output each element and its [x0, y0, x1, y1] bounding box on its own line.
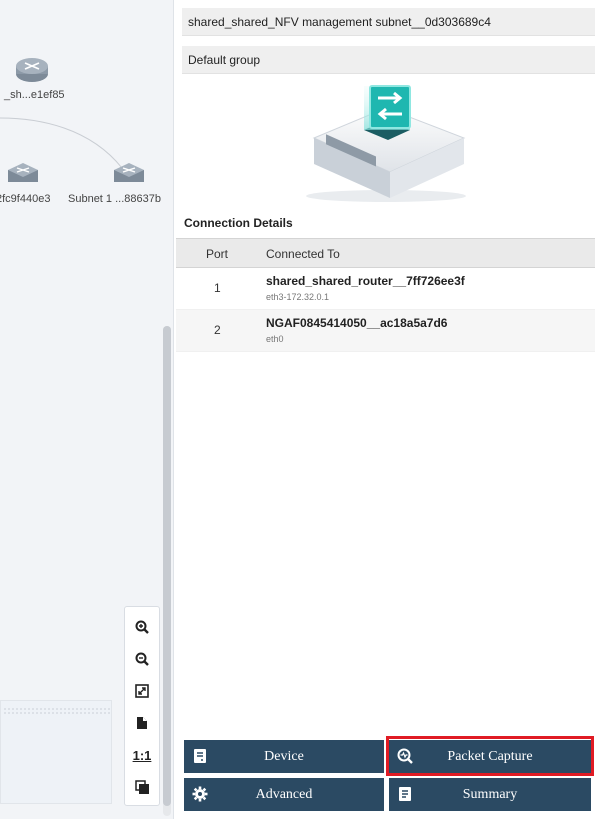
- device-name-field: shared_shared_NFV management subnet__0d3…: [182, 8, 595, 36]
- switch-icon: [114, 163, 145, 182]
- router-label: _sh...e1ef85: [4, 89, 65, 101]
- detail-panel: shared_shared_NFV management subnet__0d3…: [176, 0, 595, 819]
- summary-button[interactable]: Summary: [389, 778, 591, 811]
- device-button[interactable]: Device: [184, 740, 384, 773]
- advanced-button-label: Advanced: [255, 786, 313, 802]
- topology-canvas[interactable]: _sh...e1ef85 2fc9f440e3 Subnet 1 ...8863…: [0, 0, 174, 819]
- table-row[interactable]: 2 NGAF0845414050__ac18a5a7d6 eth0: [176, 310, 595, 352]
- actual-size-button[interactable]: 1:1: [125, 741, 159, 769]
- connected-device-name: NGAF0845414050__ac18a5a7d6: [266, 316, 448, 330]
- switch-device-icon: [306, 85, 466, 202]
- packet-capture-highlight: [386, 736, 594, 776]
- column-port: Port: [206, 247, 229, 261]
- switch-node-a[interactable]: 2fc9f440e3: [0, 160, 50, 205]
- minimap-nodes: [3, 707, 111, 715]
- table-header: Port Connected To: [176, 238, 595, 268]
- export-file-icon[interactable]: [125, 709, 159, 737]
- connection-table: Port Connected To 1 shared_shared_router…: [176, 238, 595, 352]
- port-number: 2: [214, 323, 221, 337]
- connected-device-name: shared_shared_router__7ff726ee3f: [266, 274, 465, 288]
- summary-button-label: Summary: [462, 786, 518, 802]
- router-icon: [16, 58, 49, 82]
- advanced-button[interactable]: Advanced: [184, 778, 384, 811]
- minimap[interactable]: [0, 700, 112, 804]
- device-button-label: Device: [264, 748, 304, 764]
- summary-icon: [399, 787, 411, 801]
- connection-details-title: Connection Details: [184, 216, 293, 230]
- switch-a-label: 2fc9f440e3: [0, 193, 51, 205]
- switch-node-b[interactable]: Subnet 1 ...88637b: [68, 160, 161, 205]
- switch-b-label: Subnet 1 ...88637b: [68, 193, 161, 205]
- zoom-out-icon[interactable]: [125, 645, 159, 673]
- connected-interface: eth0: [266, 334, 284, 344]
- router-node[interactable]: _sh...e1ef85: [0, 54, 65, 101]
- fit-screen-icon[interactable]: [125, 677, 159, 705]
- port-number: 1: [214, 281, 221, 295]
- device-icon: [194, 749, 206, 763]
- overview-icon[interactable]: [125, 773, 159, 801]
- device-group-field: Default group: [182, 46, 595, 74]
- gear-icon: [192, 786, 208, 802]
- column-connected-to: Connected To: [266, 247, 340, 261]
- table-row[interactable]: 1 shared_shared_router__7ff726ee3f eth3-…: [176, 268, 595, 310]
- zoom-toolbar: 1:1: [124, 606, 160, 806]
- switch-icon: [8, 163, 39, 182]
- canvas-scrollbar-thumb[interactable]: [163, 326, 171, 806]
- connected-interface: eth3-172.32.0.1: [266, 292, 330, 302]
- zoom-in-icon[interactable]: [125, 613, 159, 641]
